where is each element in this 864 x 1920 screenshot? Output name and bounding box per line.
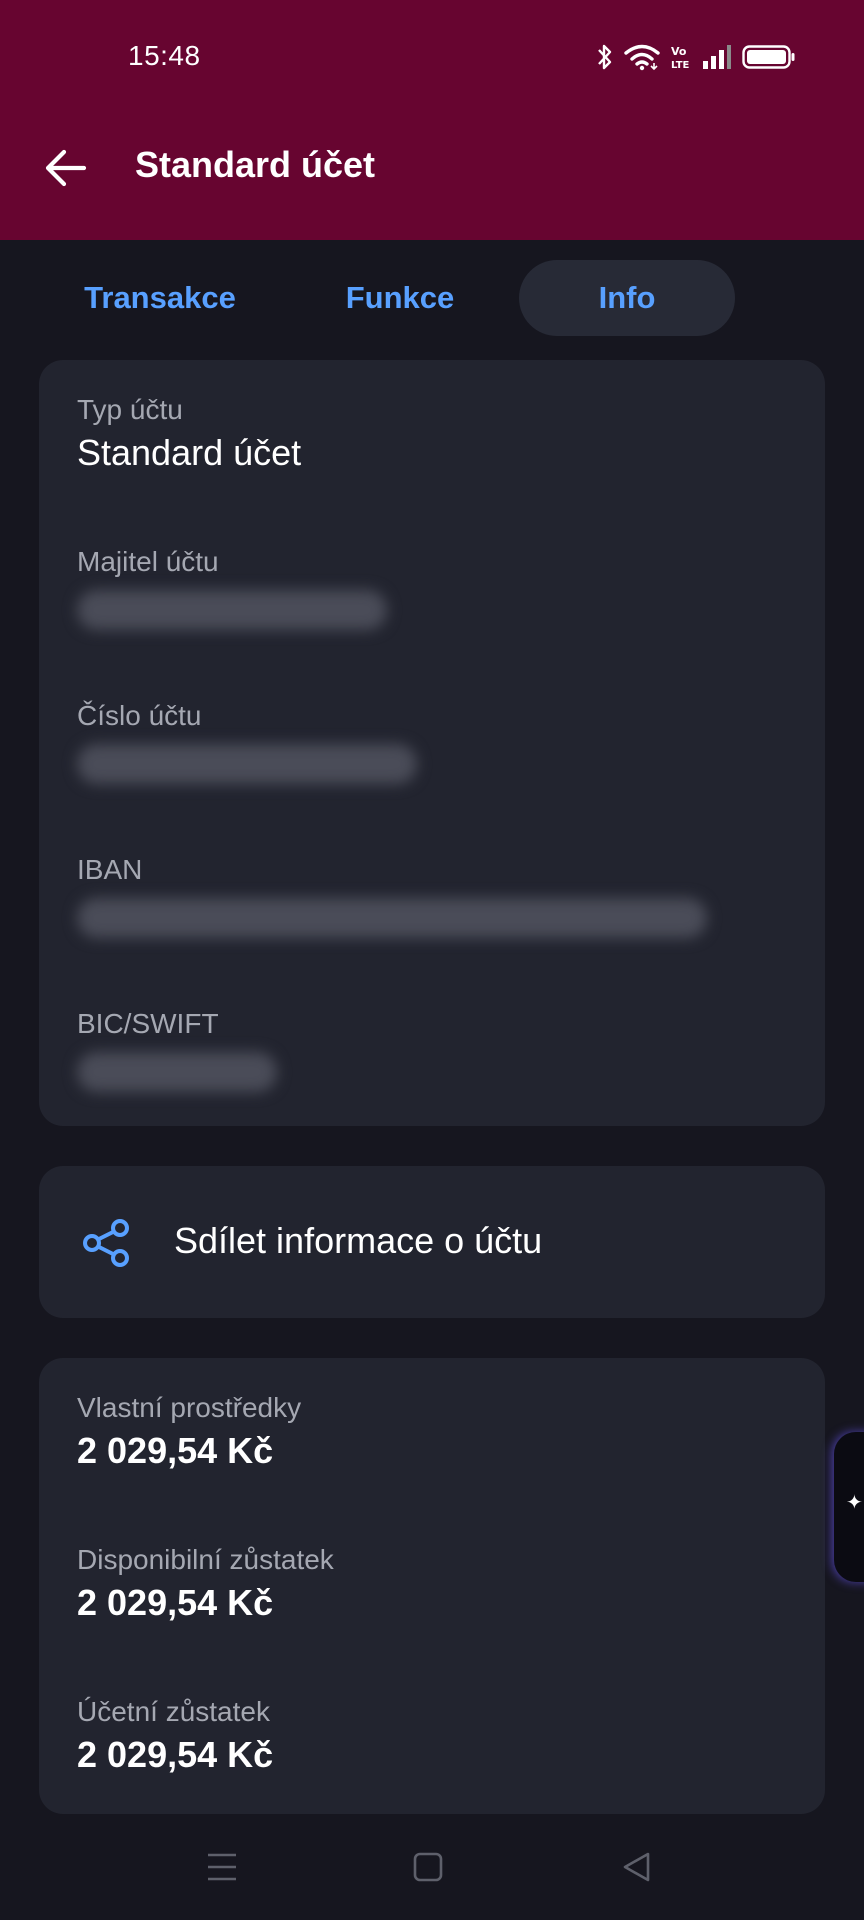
tab-bar: Transakce Funkce Info [40, 260, 830, 336]
volte-icon: Vo LTE [671, 45, 690, 71]
wifi-icon [624, 44, 660, 71]
available-balance-value: 2 029,54 Kč [77, 1582, 274, 1623]
menu-icon [208, 1853, 236, 1881]
iban-value-redacted [77, 898, 707, 938]
nav-home-button[interactable] [406, 1845, 450, 1889]
share-account-info-button[interactable]: Sdílet informace o účtu [39, 1166, 825, 1318]
page-title: Standard účet [135, 144, 376, 185]
status-icons: Vo LTE [596, 42, 796, 72]
account-type-label: Typ účtu [77, 394, 183, 425]
signal-icon [703, 45, 731, 69]
account-number-value-redacted [77, 744, 417, 784]
accounting-balance-value: 2 029,54 Kč [77, 1734, 274, 1775]
edge-panel-handle[interactable]: ✦ [834, 1432, 864, 1582]
nav-back-button[interactable] [614, 1845, 658, 1889]
screen: 15:48 Vo LTE Standard účet Transakce Fun… [0, 0, 864, 1920]
share-icon [83, 1219, 129, 1267]
balance-card: Vlastní prostředky 2 029,54 Kč Disponibi… [39, 1358, 825, 1814]
own-funds-value: 2 029,54 Kč [77, 1430, 274, 1471]
accounting-balance-label: Účetní zůstatek [77, 1696, 270, 1727]
own-funds-label: Vlastní prostředky [77, 1392, 302, 1423]
toolbar: Standard účet [0, 120, 864, 212]
status-time: 15:48 [128, 40, 201, 71]
battery-icon [742, 45, 795, 69]
svg-text:Vo: Vo [671, 45, 687, 58]
sparkle-icon: ✦ [846, 1492, 863, 1514]
status-bar: 15:48 Vo LTE [0, 0, 864, 110]
arrow-left-icon [45, 149, 87, 187]
account-owner-label: Majitel účtu [77, 546, 219, 577]
tab-info[interactable]: Info [519, 260, 735, 336]
account-owner-value-redacted [77, 590, 387, 630]
svg-text:LTE: LTE [671, 60, 690, 71]
tab-funkce[interactable]: Funkce [320, 260, 480, 336]
system-nav-bar [0, 1815, 864, 1920]
account-info-card: Typ účtu Standard účet Majitel účtu Čísl… [39, 360, 825, 1126]
tab-transakce[interactable]: Transakce [40, 260, 280, 336]
home-square-icon [413, 1852, 443, 1882]
app-header: 15:48 Vo LTE Standard účet [0, 0, 864, 240]
nav-menu-button[interactable] [200, 1845, 244, 1889]
bluetooth-icon [598, 44, 612, 70]
account-type-value: Standard účet [77, 432, 302, 473]
back-button[interactable] [40, 142, 92, 194]
iban-label: IBAN [77, 854, 143, 885]
bic-swift-value-redacted [77, 1052, 277, 1092]
share-label: Sdílet informace o účtu [174, 1220, 543, 1261]
account-number-label: Číslo účtu [77, 700, 202, 731]
bic-swift-label: BIC/SWIFT [77, 1008, 219, 1039]
back-triangle-icon [623, 1852, 650, 1882]
available-balance-label: Disponibilní zůstatek [77, 1544, 334, 1575]
